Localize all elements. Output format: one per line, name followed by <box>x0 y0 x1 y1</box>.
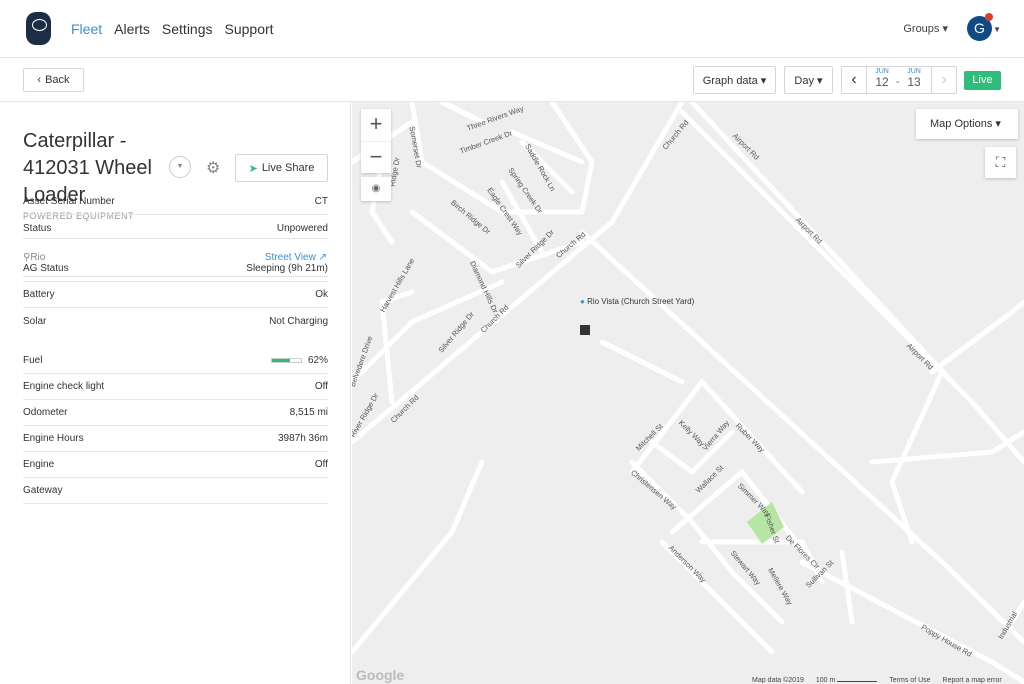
detail-value: 62% <box>307 355 328 366</box>
zoom-out-button[interactable]: − <box>361 141 391 173</box>
nav-alerts[interactable]: Alerts <box>114 21 150 37</box>
detail-label: Engine <box>23 459 55 470</box>
detail-row: Odometer 8,515 mi <box>23 400 328 426</box>
detail-row: Solar Not Charging <box>23 308 328 334</box>
map-options-label: Map Options <box>930 118 993 130</box>
terms-link[interactable]: Terms of Use <box>889 677 930 684</box>
scale-bar: 100 m <box>815 677 878 684</box>
prev-date-button[interactable]: ‹ <box>841 66 867 94</box>
google-logo: Google <box>356 667 405 683</box>
nav-support[interactable]: Support <box>225 21 274 37</box>
detail-value: Off <box>314 459 328 470</box>
detail-value: Ok <box>315 289 328 300</box>
fuel-bar <box>270 358 302 363</box>
detail-row: Engine check light Off <box>23 374 328 400</box>
detail-label: AG Status <box>23 263 69 274</box>
detail-row: Fuel 62% <box>23 348 328 374</box>
detail-value: Not Charging <box>269 315 328 327</box>
detail-value: Unpowered <box>276 222 328 234</box>
detail-value: 8,515 mi <box>289 407 328 418</box>
map-pin-icon: ● <box>580 297 585 306</box>
map-attribution: Map data ©2019 <box>752 677 804 684</box>
locate-icon[interactable]: ◉ <box>361 177 391 201</box>
detail-value: 3987h 36m <box>277 433 328 444</box>
top-nav: Fleet Alerts Settings Support Groups ▾ G… <box>0 0 1024 58</box>
groups-dropdown[interactable]: Groups ▾ <box>903 22 948 35</box>
back-button[interactable]: ‹ Back <box>23 68 84 92</box>
detail-row: AG Status Sleeping (9h 21m) <box>23 256 328 282</box>
scale-label: 100 m <box>815 677 836 684</box>
asset-dropdown-button[interactable]: ▼ <box>169 156 191 178</box>
zoom-controls: + − <box>361 109 391 173</box>
end-month: JUN <box>907 68 921 75</box>
notification-dot <box>985 13 993 21</box>
day-dropdown[interactable]: Day ▾ <box>784 66 833 94</box>
location-marker[interactable]: ● Rio Vista (Church Street Yard) <box>580 297 694 306</box>
map-footer: Map data ©2019 100 m Terms of Use Report… <box>752 677 1002 684</box>
fullscreen-icon[interactable]: ⛶ <box>985 147 1016 178</box>
nav-settings[interactable]: Settings <box>162 21 213 37</box>
navigation-arrow-icon: ➤ <box>248 162 258 175</box>
date-separator: - <box>896 77 900 88</box>
chevron-left-icon: ‹ <box>37 74 42 86</box>
asset-marker-icon[interactable] <box>580 325 590 335</box>
next-date-button[interactable]: › <box>931 66 957 94</box>
detail-label: Engine check light <box>23 381 105 392</box>
detail-row: Asset Serial Number CT <box>23 189 328 215</box>
detail-label: Odometer <box>23 407 68 418</box>
owl-logo-icon[interactable] <box>26 12 51 45</box>
back-label: Back <box>45 74 70 86</box>
chevron-down-icon[interactable]: ▼ <box>993 25 1001 34</box>
gear-icon[interactable]: ⚙ <box>206 158 220 178</box>
marker-label: Rio Vista (Church Street Yard) <box>587 297 695 306</box>
live-button[interactable]: Live <box>964 71 1001 90</box>
detail-label: Gateway <box>23 485 63 496</box>
detail-label: Battery <box>23 289 55 300</box>
nav-fleet[interactable]: Fleet <box>71 21 102 37</box>
end-date[interactable]: JUN 13 <box>902 68 926 89</box>
detail-row: Battery Ok <box>23 282 328 308</box>
live-share-label: Live Share <box>261 162 315 174</box>
detail-label: Solar <box>23 315 47 327</box>
detail-value: Sleeping (9h 21m) <box>246 263 328 274</box>
detail-value: CT <box>314 196 328 207</box>
detail-label: Fuel <box>23 355 43 366</box>
start-date[interactable]: JUN 12 <box>870 68 894 89</box>
graph-data-dropdown[interactable]: Graph data ▾ <box>693 66 776 94</box>
map-options-dropdown[interactable]: Map Options ▾ <box>916 109 1018 139</box>
detail-label: Status <box>23 222 52 234</box>
end-day: 13 <box>907 75 921 89</box>
detail-row: Status Unpowered <box>23 215 328 241</box>
start-day: 12 <box>875 75 889 89</box>
detail-row: Engine Off <box>23 452 328 478</box>
map-roads <box>352 102 1024 684</box>
map[interactable]: Three Rivers Way Timber Creek Dr Saddle Ro… <box>352 102 1024 684</box>
detail-label: Engine Hours <box>23 433 84 444</box>
detail-row: Engine Hours 3987h 36m <box>23 426 328 452</box>
asset-panel: Caterpillar - 412031 Wheel Loader ▼ ⚙ ➤ L… <box>0 102 351 684</box>
live-share-button[interactable]: ➤ Live Share <box>235 154 328 182</box>
detail-label: Asset Serial Number <box>23 196 115 207</box>
report-error-link[interactable]: Report a map error <box>943 677 1002 684</box>
zoom-in-button[interactable]: + <box>361 109 391 141</box>
detail-row: Gateway <box>23 478 328 504</box>
start-month: JUN <box>875 68 889 75</box>
detail-value: Off <box>314 381 328 392</box>
